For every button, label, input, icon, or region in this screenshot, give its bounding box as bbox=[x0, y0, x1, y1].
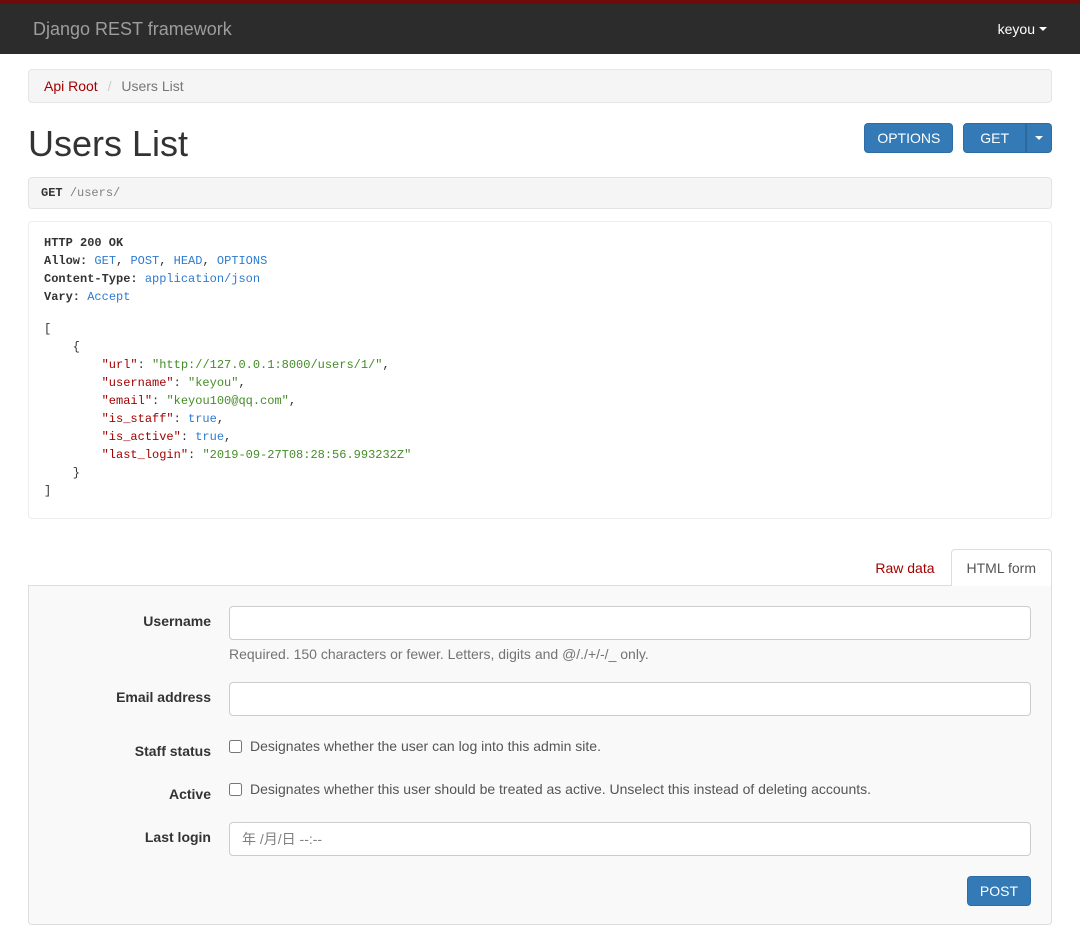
response-body: [ { "url": "http://127.0.0.1:8000/users/… bbox=[44, 320, 1036, 500]
breadcrumb: Api Root / Users List bbox=[28, 69, 1052, 103]
staff-checkbox[interactable] bbox=[229, 740, 242, 753]
get-button[interactable]: GET bbox=[963, 123, 1026, 153]
help-staff: Designates whether the user can log into… bbox=[250, 738, 601, 754]
tab-html-form[interactable]: HTML form bbox=[951, 549, 1052, 586]
active-checkbox[interactable] bbox=[229, 783, 242, 796]
last-login-field[interactable]: 年 /月/日 --:-- bbox=[229, 822, 1031, 856]
user-menu[interactable]: keyou bbox=[998, 21, 1065, 37]
caret-down-icon bbox=[1035, 136, 1043, 140]
email-field[interactable] bbox=[229, 682, 1031, 716]
user-name: keyou bbox=[998, 21, 1035, 37]
label-staff: Staff status bbox=[49, 736, 229, 759]
header-actions: OPTIONS GET bbox=[864, 123, 1052, 153]
label-username: Username bbox=[49, 606, 229, 629]
label-last-login: Last login bbox=[49, 822, 229, 845]
caret-down-icon bbox=[1039, 27, 1047, 31]
label-active: Active bbox=[49, 779, 229, 802]
breadcrumb-current: Users List bbox=[121, 78, 183, 94]
datetime-placeholder: 年 /月/日 --:-- bbox=[242, 829, 322, 849]
request-method: GET bbox=[41, 186, 63, 200]
response-headers: HTTP 200 OK Allow: GET, POST, HEAD, OPTI… bbox=[44, 234, 1036, 306]
help-username: Required. 150 characters or fewer. Lette… bbox=[229, 646, 1031, 662]
breadcrumb-sep: / bbox=[102, 78, 118, 94]
post-button[interactable]: POST bbox=[967, 876, 1031, 906]
username-field[interactable] bbox=[229, 606, 1031, 640]
request-info: GET /users/ bbox=[28, 177, 1052, 209]
navbar: Django REST framework keyou bbox=[0, 4, 1080, 54]
label-email: Email address bbox=[49, 682, 229, 705]
get-dropdown-button[interactable] bbox=[1026, 123, 1052, 153]
form-tabs: Raw data HTML form bbox=[28, 549, 1052, 586]
brand-link[interactable]: Django REST framework bbox=[15, 19, 232, 40]
get-button-group: GET bbox=[963, 123, 1052, 153]
html-form-panel: Username Required. 150 characters or few… bbox=[28, 586, 1052, 925]
breadcrumb-root[interactable]: Api Root bbox=[44, 78, 98, 94]
request-path: /users/ bbox=[70, 186, 120, 200]
options-button[interactable]: OPTIONS bbox=[864, 123, 953, 153]
tab-raw-data[interactable]: Raw data bbox=[859, 549, 950, 586]
response-panel: HTTP 200 OK Allow: GET, POST, HEAD, OPTI… bbox=[28, 221, 1052, 519]
page-title: Users List bbox=[28, 123, 188, 165]
help-active: Designates whether this user should be t… bbox=[250, 781, 871, 797]
